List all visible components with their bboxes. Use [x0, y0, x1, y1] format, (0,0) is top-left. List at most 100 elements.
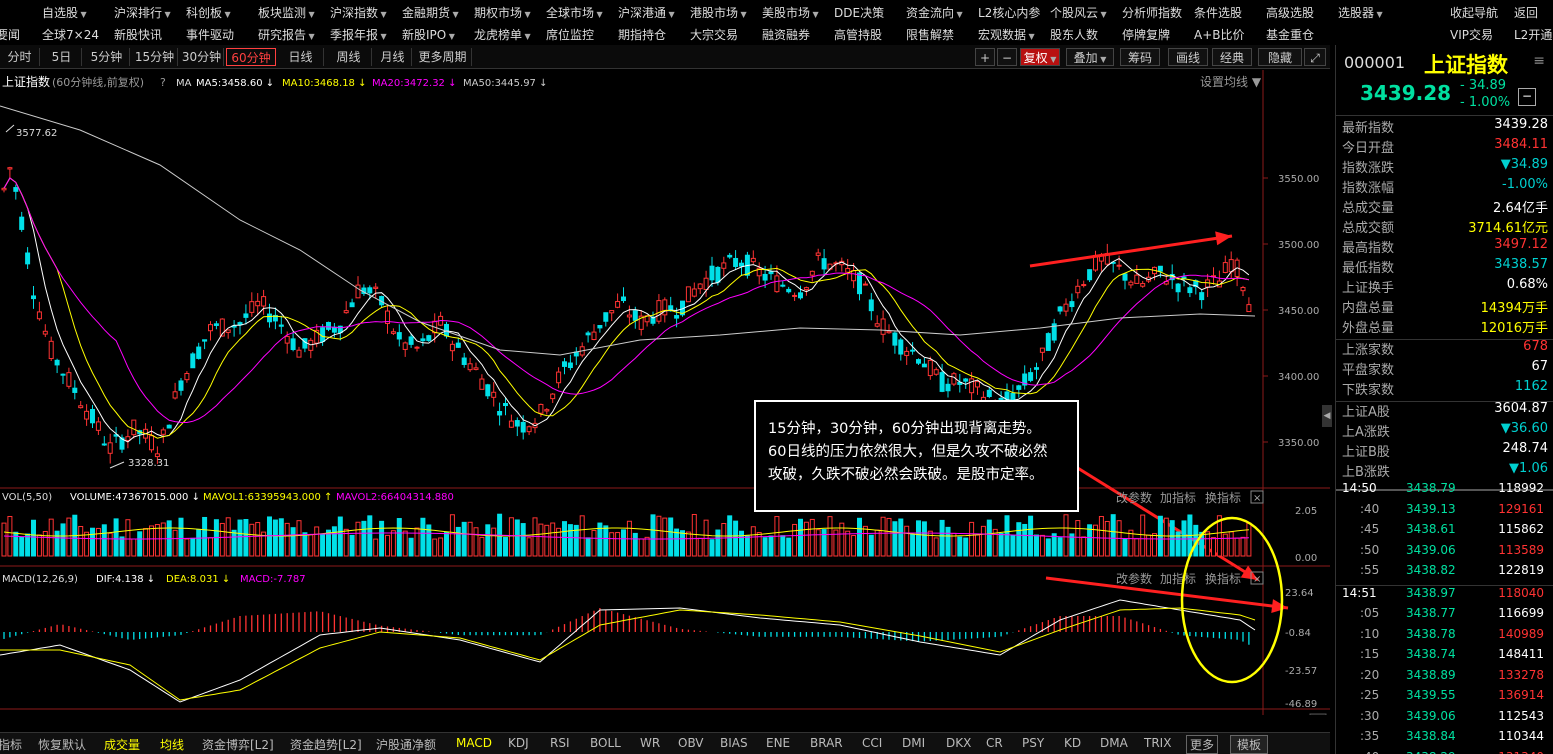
- toolbar-btn-0[interactable]: +: [975, 48, 995, 66]
- menu-item-14[interactable]: 个股风云 ▼: [1050, 4, 1107, 21]
- menu-item-16[interactable]: 条件选股: [1194, 4, 1242, 21]
- macd-btn-1[interactable]: 加指标: [1160, 571, 1196, 586]
- menu2-item-5[interactable]: 季报年报 ▼: [330, 26, 387, 43]
- macd-btn-0[interactable]: 改参数: [1116, 571, 1152, 586]
- menu-item-15[interactable]: 分析师指数: [1122, 4, 1182, 21]
- menu2-item-18[interactable]: 基金重仓: [1266, 26, 1314, 43]
- vol-btn-0[interactable]: 改参数: [1116, 490, 1152, 505]
- menu2-item-19[interactable]: VIP交易: [1450, 26, 1493, 43]
- indicator-tab-14[interactable]: ENE: [766, 736, 790, 750]
- toolbar-btn-5[interactable]: 画线: [1168, 48, 1208, 66]
- indicator-tab-8[interactable]: KDJ: [508, 736, 529, 750]
- indicator-tab-2[interactable]: 成交量: [104, 736, 140, 753]
- menu-item-11[interactable]: DDE决策: [834, 4, 884, 21]
- indicator-tab-16[interactable]: CCI: [862, 736, 882, 750]
- menu-icon[interactable]: ≡: [1533, 53, 1545, 69]
- menu2-item-6[interactable]: 新股IPO ▼: [402, 26, 455, 43]
- period-tab-0[interactable]: 分时: [0, 48, 40, 66]
- menu-item-2[interactable]: 科创板 ▼: [186, 4, 231, 21]
- menu-item-8[interactable]: 沪深港通 ▼: [618, 4, 675, 21]
- menu-item-19[interactable]: 收起导航: [1450, 4, 1498, 21]
- menu-item-0[interactable]: 自选股 ▼: [42, 4, 87, 21]
- indicator-tab-1[interactable]: 恢复默认: [38, 736, 86, 753]
- indicator-tab-21[interactable]: KD: [1064, 736, 1081, 750]
- indicator-tab-15[interactable]: BRAR: [810, 736, 843, 750]
- period-tab-3[interactable]: 15分钟: [132, 48, 178, 66]
- indicator-tab-4[interactable]: 资金博弈[L2]: [202, 736, 274, 753]
- menu-item-10[interactable]: 美股市场 ▼: [762, 4, 819, 21]
- period-tab-1[interactable]: 5日: [42, 48, 82, 66]
- indicator-tab-10[interactable]: BOLL: [590, 736, 621, 750]
- indicator-tab-20[interactable]: PSY: [1022, 736, 1044, 750]
- scroll-right-icon[interactable]: [1309, 713, 1327, 715]
- macd-btn-2[interactable]: 换指标: [1205, 571, 1241, 586]
- menu-item-20[interactable]: 返回: [1514, 4, 1538, 21]
- collapse-icon[interactable]: −: [1518, 88, 1536, 106]
- menu2-item-12[interactable]: 高管持股: [834, 26, 882, 43]
- menu2-item-8[interactable]: 席位监控: [546, 26, 594, 43]
- menu2-item-13[interactable]: 限售解禁: [906, 26, 954, 43]
- indicator-tab-3[interactable]: 均线: [160, 736, 184, 753]
- menu-item-5[interactable]: 金融期货 ▼: [402, 4, 459, 21]
- menu-item-7[interactable]: 全球市场 ▼: [546, 4, 603, 21]
- menu2-item-17[interactable]: A+B比价: [1194, 26, 1245, 43]
- period-tab-6[interactable]: 日线: [278, 48, 324, 66]
- toolbar-btn-4[interactable]: 筹码: [1120, 48, 1160, 66]
- menu-item-9[interactable]: 港股市场 ▼: [690, 4, 747, 21]
- panel-toggle-icon[interactable]: ◀: [1322, 405, 1332, 427]
- indicator-tab-25[interactable]: 模板: [1230, 735, 1269, 754]
- indicator-tab-22[interactable]: DMA: [1100, 736, 1128, 750]
- period-tab-7[interactable]: 周线: [326, 48, 372, 66]
- menu2-item-4[interactable]: 研究报告 ▼: [258, 26, 315, 43]
- menu2-item-20[interactable]: L2开通: [1514, 26, 1552, 43]
- menu2-item-1[interactable]: 全球7×24: [42, 26, 99, 43]
- indicator-tab-12[interactable]: OBV: [678, 736, 704, 750]
- menu2-item-14[interactable]: 宏观数据 ▼: [978, 26, 1035, 43]
- indicator-tab-6[interactable]: 沪股通净额: [376, 736, 436, 753]
- menu2-item-7[interactable]: 龙虎榜单 ▼: [474, 26, 531, 43]
- help-icon[interactable]: ?: [160, 76, 166, 89]
- indicator-tab-24[interactable]: 更多: [1186, 735, 1219, 754]
- toolbar-btn-1[interactable]: −: [997, 48, 1017, 66]
- period-tab-2[interactable]: 5分钟: [84, 48, 130, 66]
- period-tab-4[interactable]: 30分钟: [180, 48, 224, 66]
- toolbar-btn-2[interactable]: 复权 ▼: [1020, 48, 1060, 66]
- vol-btn-2[interactable]: 换指标: [1205, 490, 1241, 505]
- indicator-tab-13[interactable]: BIAS: [720, 736, 748, 750]
- fullscreen-icon[interactable]: ⤢: [1304, 48, 1326, 66]
- indicator-tab-23[interactable]: TRIX: [1144, 736, 1171, 750]
- menu-item-3[interactable]: 板块监测 ▼: [258, 4, 315, 21]
- indicator-tab-5[interactable]: 资金趋势[L2]: [290, 736, 362, 753]
- menu2-item-9[interactable]: 期指持仓: [618, 26, 666, 43]
- indicator-tab-17[interactable]: DMI: [902, 736, 925, 750]
- toolbar-btn-7[interactable]: 隐藏: [1258, 48, 1302, 66]
- menu2-item-11[interactable]: 融资融券: [762, 26, 810, 43]
- menu-item-12[interactable]: 资金流向 ▼: [906, 4, 963, 21]
- menu2-item-10[interactable]: 大宗交易: [690, 26, 738, 43]
- period-tab-9[interactable]: 更多周期: [414, 48, 472, 66]
- menu2-item-3[interactable]: 事件驱动: [186, 26, 234, 43]
- menu2-item-16[interactable]: 停牌复牌: [1122, 26, 1170, 43]
- kline-chart[interactable]: 上证指数 (60分钟线,前复权)? MA MA5:3458.60 ↓ MA10:3468…: [0, 70, 1330, 715]
- menu-item-18[interactable]: 选股器 ▼: [1338, 4, 1383, 21]
- period-tab-8[interactable]: 月线: [374, 48, 412, 66]
- indicator-tab-9[interactable]: RSI: [550, 736, 570, 750]
- toolbar-btn-6[interactable]: 经典: [1212, 48, 1252, 66]
- menu-item-13[interactable]: L2核心内参: [978, 4, 1040, 21]
- period-tab-5[interactable]: 60分钟: [226, 48, 276, 66]
- menu-item-4[interactable]: 沪深指数 ▼: [330, 4, 387, 21]
- menu2-item-15[interactable]: 股东人数: [1050, 26, 1098, 43]
- indicator-tab-7[interactable]: MACD: [456, 736, 492, 750]
- menu-item-6[interactable]: 期权市场 ▼: [474, 4, 531, 21]
- vol-btn-1[interactable]: 加指标: [1160, 490, 1196, 505]
- menu2-item-0[interactable]: 要闻: [0, 26, 20, 43]
- indicator-tab-0[interactable]: 指标: [0, 736, 22, 753]
- indicator-tab-18[interactable]: DKX: [946, 736, 971, 750]
- menu2-item-2[interactable]: 新股快讯: [114, 26, 162, 43]
- menu-item-17[interactable]: 高级选股: [1266, 4, 1314, 21]
- set-ma-button[interactable]: 设置均线 ▼: [1200, 75, 1262, 89]
- toolbar-btn-3[interactable]: 叠加 ▼: [1066, 48, 1114, 66]
- indicator-tab-19[interactable]: CR: [986, 736, 1003, 750]
- menu-item-1[interactable]: 沪深排行 ▼: [114, 4, 171, 21]
- indicator-tab-11[interactable]: WR: [640, 736, 660, 750]
